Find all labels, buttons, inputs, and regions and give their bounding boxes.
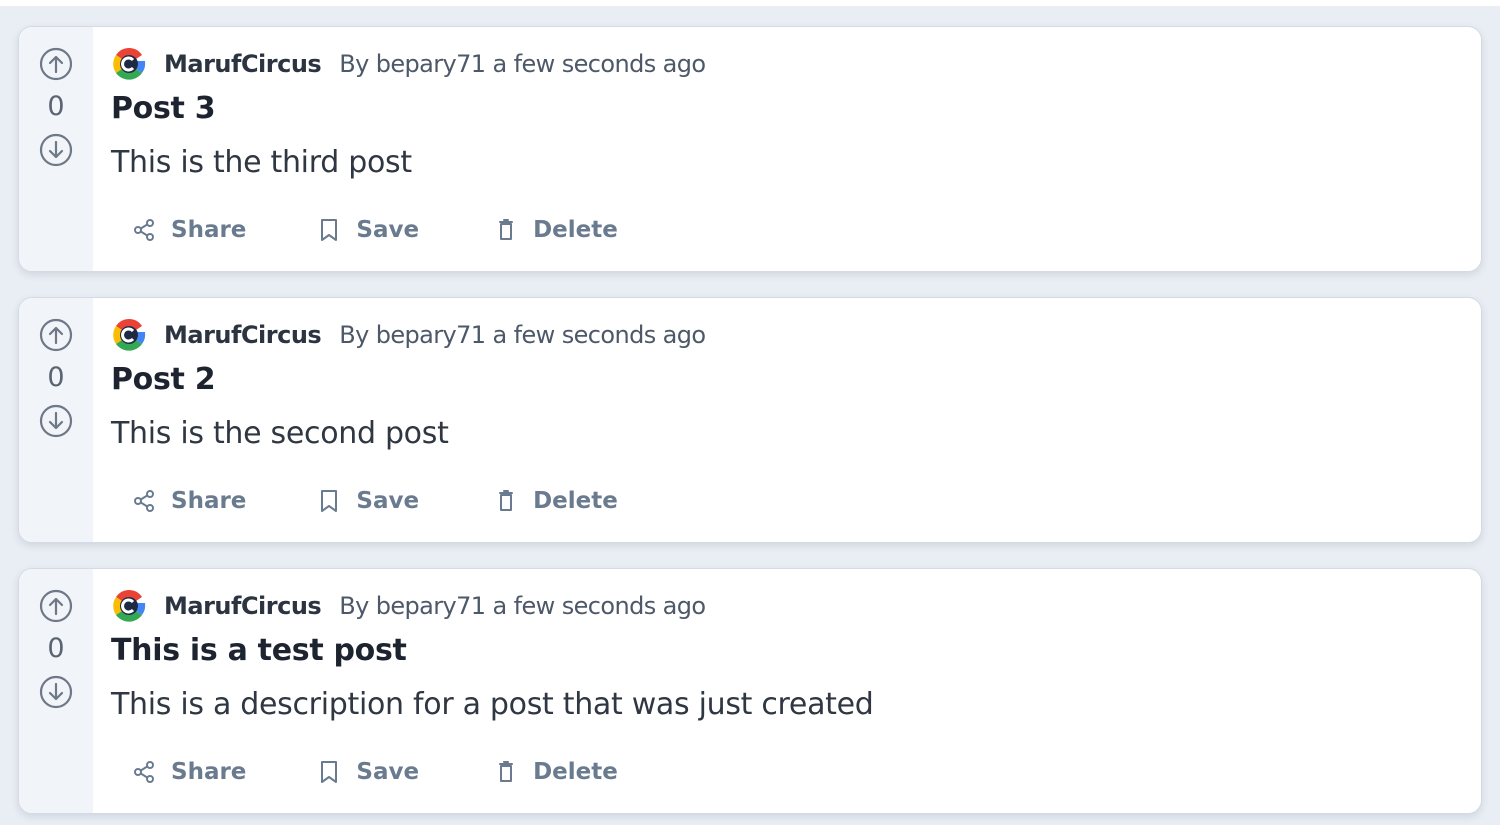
arrow-down-circle-icon — [39, 133, 73, 167]
delete-label: Delete — [533, 759, 618, 785]
post-author-time: By bepary71 a few seconds ago — [339, 321, 706, 349]
google-logo-icon[interactable] — [111, 46, 147, 82]
post-title[interactable]: Post 2 — [111, 360, 1481, 400]
post-author-time: By bepary71 a few seconds ago — [339, 50, 706, 78]
post-description: This is a description for a post that wa… — [111, 687, 874, 722]
google-logo-icon[interactable] — [111, 588, 147, 624]
trash-icon — [493, 759, 519, 785]
downvote-button[interactable] — [39, 675, 73, 709]
upvote-button[interactable] — [39, 318, 73, 352]
share-label: Share — [171, 488, 247, 514]
vote-column: 0 — [19, 27, 93, 271]
share-icon — [131, 759, 157, 785]
post-title[interactable]: Post 3 — [111, 89, 1481, 129]
delete-button[interactable]: Delete — [477, 751, 634, 793]
post-title[interactable]: This is a test post — [111, 631, 1481, 671]
post-meta: MarufCircus By bepary71 a few seconds ag… — [111, 587, 1481, 625]
vote-count: 0 — [47, 633, 65, 664]
community-name[interactable]: MarufCircus — [164, 50, 322, 78]
vote-column: 0 — [19, 569, 93, 813]
share-icon — [131, 217, 157, 243]
post-author-time: By bepary71 a few seconds ago — [339, 592, 706, 620]
post-card[interactable]: 0 MarufCircus By bepary71 a few seconds … — [18, 26, 1482, 272]
share-button[interactable]: Share — [115, 751, 262, 793]
post-description: This is the third post — [111, 145, 412, 180]
trash-icon — [493, 217, 519, 243]
share-button[interactable]: Share — [115, 480, 262, 522]
post-card[interactable]: 0 MarufCircus By bepary71 a few seconds … — [18, 297, 1482, 543]
share-button[interactable]: Share — [115, 209, 262, 251]
post-card[interactable]: 0 MarufCircus By bepary71 a few seconds … — [18, 568, 1482, 814]
vote-count: 0 — [47, 362, 65, 393]
post-meta: MarufCircus By bepary71 a few seconds ag… — [111, 316, 1481, 354]
share-label: Share — [171, 217, 247, 243]
save-button[interactable]: Save — [300, 209, 435, 251]
post-actions: Share Save Delete — [115, 751, 1481, 793]
save-label: Save — [356, 488, 420, 514]
post-actions: Share Save Delete — [115, 480, 1481, 522]
save-label: Save — [356, 217, 420, 243]
trash-icon — [493, 488, 519, 514]
arrow-down-circle-icon — [39, 404, 73, 438]
delete-button[interactable]: Delete — [477, 209, 634, 251]
upvote-button[interactable] — [39, 47, 73, 81]
post-body: MarufCircus By bepary71 a few seconds ag… — [93, 569, 1481, 813]
delete-label: Delete — [533, 217, 618, 243]
downvote-button[interactable] — [39, 404, 73, 438]
share-icon — [131, 488, 157, 514]
delete-label: Delete — [533, 488, 618, 514]
save-button[interactable]: Save — [300, 480, 435, 522]
post-description: This is the second post — [111, 416, 449, 451]
upvote-button[interactable] — [39, 589, 73, 623]
bookmark-icon — [316, 217, 342, 243]
arrow-up-circle-icon — [39, 589, 73, 623]
arrow-up-circle-icon — [39, 47, 73, 81]
post-feed: 0 MarufCircus By bepary71 a few seconds … — [0, 0, 1500, 825]
community-name[interactable]: MarufCircus — [164, 592, 322, 620]
save-label: Save — [356, 759, 420, 785]
post-meta: MarufCircus By bepary71 a few seconds ag… — [111, 45, 1481, 83]
google-logo-icon[interactable] — [111, 317, 147, 353]
vote-column: 0 — [19, 298, 93, 542]
top-divider — [0, 0, 1500, 6]
vote-count: 0 — [47, 91, 65, 122]
bookmark-icon — [316, 488, 342, 514]
delete-button[interactable]: Delete — [477, 480, 634, 522]
arrow-down-circle-icon — [39, 675, 73, 709]
share-label: Share — [171, 759, 247, 785]
bookmark-icon — [316, 759, 342, 785]
save-button[interactable]: Save — [300, 751, 435, 793]
community-name[interactable]: MarufCircus — [164, 321, 322, 349]
post-actions: Share Save Delete — [115, 209, 1481, 251]
arrow-up-circle-icon — [39, 318, 73, 352]
post-body: MarufCircus By bepary71 a few seconds ag… — [93, 298, 1481, 542]
post-body: MarufCircus By bepary71 a few seconds ag… — [93, 27, 1481, 271]
downvote-button[interactable] — [39, 133, 73, 167]
